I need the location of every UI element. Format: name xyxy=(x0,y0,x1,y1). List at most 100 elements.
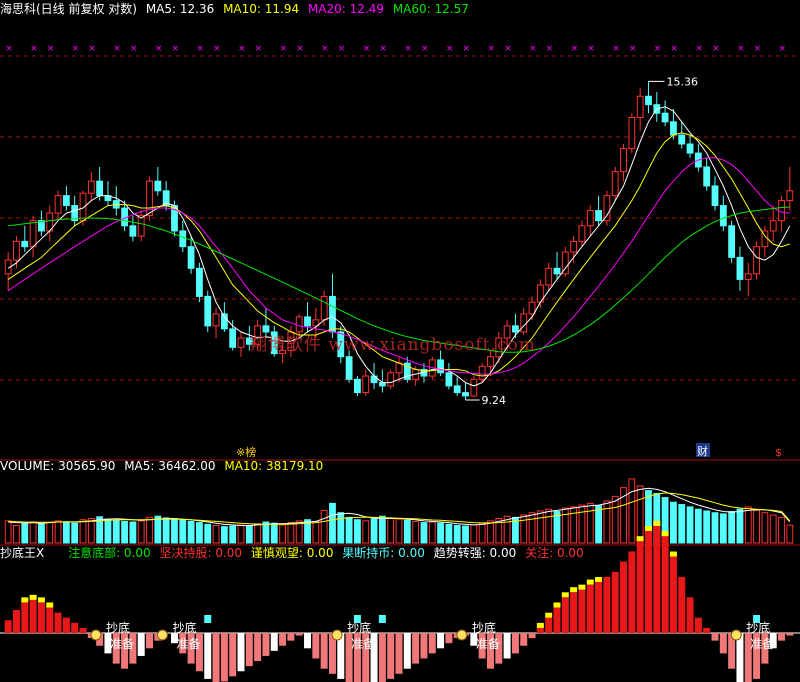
indicator-bar xyxy=(644,531,652,633)
candle-body xyxy=(670,121,677,136)
bottom-signal-2-sublabel: 准备 xyxy=(176,637,200,651)
volume-bar xyxy=(378,515,386,544)
indicator-bar xyxy=(245,633,253,667)
candle-body xyxy=(645,95,652,106)
indicator-bar xyxy=(295,633,303,636)
indicator-bar xyxy=(719,633,727,654)
candle-body xyxy=(703,166,711,187)
candle-body xyxy=(620,148,627,173)
volume-bar xyxy=(445,523,453,544)
candle-body xyxy=(54,195,62,214)
indicator-bar xyxy=(620,561,628,633)
indicator-bar xyxy=(786,633,794,636)
volume-bar xyxy=(686,506,694,544)
candle-body xyxy=(478,365,486,380)
volume-bar xyxy=(196,522,203,544)
volume-bar xyxy=(744,506,752,544)
bottom-signal-5-dot xyxy=(730,629,742,641)
volume-bar xyxy=(179,519,187,544)
candle-body xyxy=(636,95,644,119)
volume-bar xyxy=(753,509,760,544)
volume-bar xyxy=(337,512,345,544)
indicator-bar xyxy=(387,633,395,679)
indicator-bar xyxy=(62,617,70,633)
indicator-bar xyxy=(212,633,220,682)
top-marker: × xyxy=(130,44,138,54)
top-marker: × xyxy=(779,44,787,54)
volume-bar xyxy=(387,517,395,544)
candle-body xyxy=(570,240,578,253)
indicator-bar xyxy=(312,633,320,659)
volume-bar xyxy=(162,517,170,544)
indicator-bar xyxy=(220,633,228,682)
indicator-bar xyxy=(287,633,295,641)
candle-body xyxy=(362,375,370,394)
indicator-caution-cap xyxy=(46,602,54,608)
bottom-signal-3-dot xyxy=(331,629,343,641)
indicator-caution-cap xyxy=(661,531,669,537)
top-marker: × xyxy=(504,44,512,54)
indicator-bar xyxy=(71,622,79,633)
volume-bar xyxy=(21,522,29,544)
volume-bar xyxy=(87,518,95,544)
top-marker: × xyxy=(113,44,121,54)
indicator-bar xyxy=(653,525,661,633)
candle-body xyxy=(320,295,328,321)
volume-bar xyxy=(137,520,145,544)
indicator-cash-segment xyxy=(378,615,386,623)
indicator-bar xyxy=(237,633,245,672)
top-marker: × xyxy=(155,44,163,54)
volume-bar xyxy=(437,522,444,544)
volume-bar xyxy=(71,522,79,544)
indicator-cash-segment xyxy=(204,615,212,623)
top-marker: × xyxy=(529,44,537,54)
event-marker-3: $ xyxy=(775,446,782,459)
indicator-bar xyxy=(661,536,669,633)
indicator-bar xyxy=(528,633,536,639)
volume-bar xyxy=(345,516,353,544)
candle-body xyxy=(545,267,553,286)
top-marker: × xyxy=(712,44,720,54)
top-marker: × xyxy=(754,44,762,54)
volume-bar xyxy=(736,508,744,544)
indicator-caution-cap xyxy=(586,579,594,585)
indicator-bar xyxy=(586,584,594,633)
candle-body xyxy=(786,190,794,202)
bottom-signal-3-sublabel: 准备 xyxy=(351,637,375,651)
event-marker-1: ※榜 xyxy=(236,445,256,459)
indicator-bar xyxy=(703,627,711,633)
volume-bar xyxy=(329,502,336,544)
indicator-bar xyxy=(37,602,45,633)
low-price-label: 9.24 xyxy=(482,394,507,407)
indicator-bar xyxy=(395,633,403,674)
indicator-bar xyxy=(578,589,586,633)
volume-bar xyxy=(154,515,162,544)
indicator-bar xyxy=(79,627,87,633)
volume-bar xyxy=(728,511,736,544)
volume-bar xyxy=(636,485,644,544)
volume-bar xyxy=(354,519,361,544)
volume-bar xyxy=(670,501,677,544)
volume-bar xyxy=(703,510,711,544)
indicator-bar xyxy=(611,571,619,633)
candle-body xyxy=(603,195,611,222)
indicator-bar xyxy=(428,633,436,654)
volume-bar xyxy=(279,524,286,544)
volume-bar xyxy=(678,504,686,544)
high-price-label: 15.36 xyxy=(666,75,698,88)
candle-body xyxy=(445,372,453,387)
indicator-caution-cap xyxy=(644,526,652,531)
event-marker-2: 财 xyxy=(697,444,708,458)
indicator-bar xyxy=(204,633,212,679)
volume-bar xyxy=(212,525,220,544)
bottom-signal-1-sublabel: 准备 xyxy=(110,637,134,651)
top-marker: × xyxy=(571,44,579,54)
indicator-bar xyxy=(694,617,702,633)
volume-bar xyxy=(711,512,719,544)
bottom-signal-5-sublabel: 准备 xyxy=(750,637,774,651)
indicator-caution-cap xyxy=(21,597,29,603)
volume-bar xyxy=(112,519,120,544)
candle-body xyxy=(578,225,586,242)
indicator-bar xyxy=(711,633,719,641)
candle-body xyxy=(728,225,736,258)
